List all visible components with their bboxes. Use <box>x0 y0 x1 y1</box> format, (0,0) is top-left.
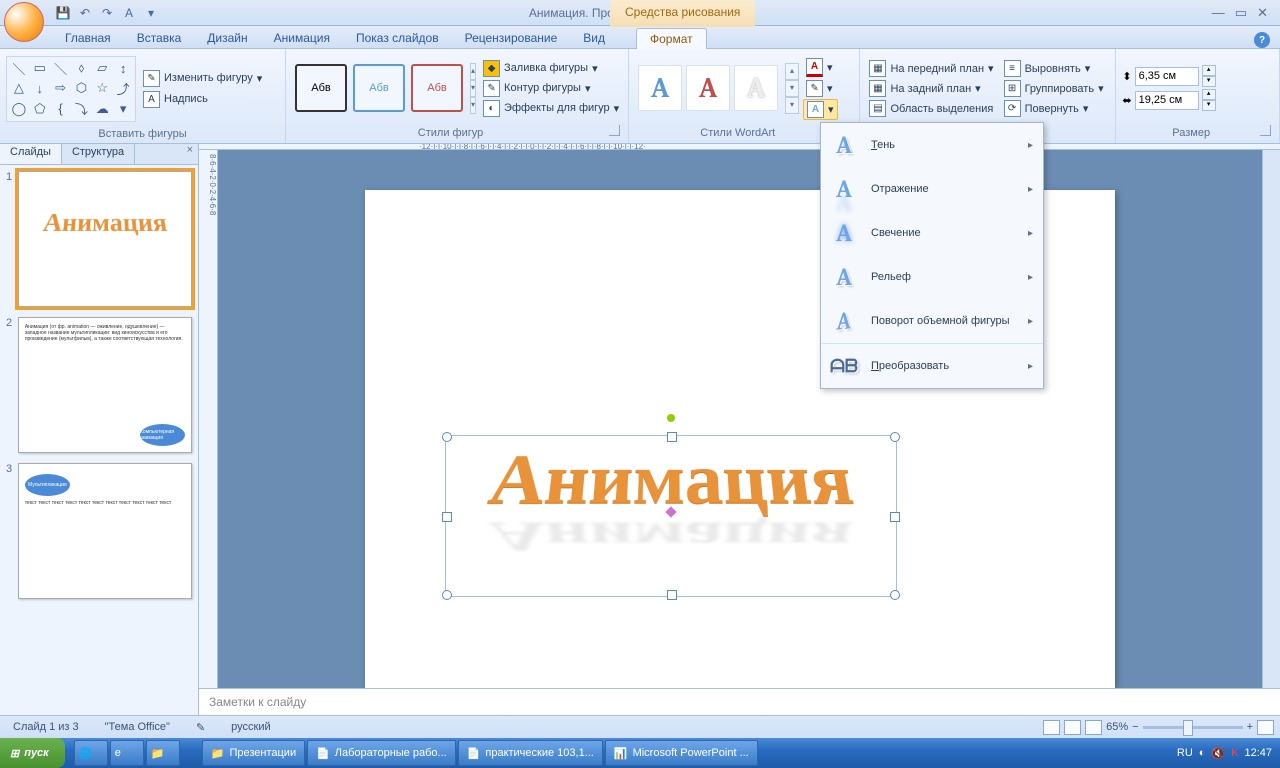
save-icon[interactable]: 💾 <box>54 4 72 22</box>
text-effects-menu: AТень▸ AОтражение▸ AСвечение▸ AРельеф▸ A… <box>820 122 1044 389</box>
slide-counter: Слайд 1 из 3 <box>6 719 86 735</box>
tab-view[interactable]: Вид <box>570 28 618 48</box>
zoom-out-icon[interactable]: − <box>1132 721 1138 733</box>
tab-insert[interactable]: Вставка <box>124 28 195 48</box>
menu-bevel[interactable]: AРельеф▸ <box>821 255 1043 299</box>
tab-design[interactable]: Дизайн <box>194 28 260 48</box>
tab-home[interactable]: Главная <box>52 28 124 48</box>
theme-status: "Тема Office" <box>98 719 177 735</box>
help-icon[interactable]: ? <box>1254 32 1270 48</box>
ribbon-tabs: Главная Вставка Дизайн Анимация Показ сл… <box>0 26 1280 49</box>
tray-time[interactable]: 12:47 <box>1244 747 1272 759</box>
notes-pane[interactable]: Заметки к слайду <box>199 688 1280 715</box>
sorter-view-icon[interactable] <box>1064 720 1081 735</box>
slides-tab[interactable]: Слайды <box>0 144 62 164</box>
maximize-icon[interactable]: ▭ <box>1235 5 1247 21</box>
shape-outline-button[interactable]: ✎Контур фигуры ▾ <box>480 79 622 98</box>
taskbar-item[interactable]: 📄 практические 103,1... <box>458 740 603 766</box>
status-bar: Слайд 1 из 3 "Тема Office" ✎ русский 65%… <box>0 715 1280 738</box>
send-back-button[interactable]: ▦На задний план ▾ <box>866 79 996 98</box>
shape-fill-button[interactable]: ◆Заливка фигуры ▾ <box>480 59 622 78</box>
title-bar: 💾 ↶ ↷ A ▾ Анимация. Проба - Microsoft Po… <box>0 0 1280 26</box>
zoom-value[interactable]: 65% <box>1106 721 1128 733</box>
wordart-gallery[interactable]: A A A <box>635 62 781 114</box>
taskbar: ⊞пуск 🌐 e 📁 📁 Презентации 📄 Лабораторные… <box>0 738 1280 768</box>
menu-glow[interactable]: AСвечение▸ <box>821 211 1043 255</box>
start-button[interactable]: ⊞пуск <box>0 738 65 768</box>
ribbon: ＼▭＼⬨▱↕ △↓⇨⬡☆⤴ ◯⬠{⤵☁▾ ✎Изменить фигуру ▾ … <box>0 49 1280 144</box>
ruler-vertical: 8·6·4·2·0·2·4·6·8 <box>199 150 218 688</box>
menu-shadow[interactable]: AТень▸ <box>821 123 1043 167</box>
menu-transform[interactable]: ᗩᗷПреобразовать▸ <box>821 343 1043 388</box>
shape-styles-gallery[interactable]: Абв Абв Абв <box>292 61 466 115</box>
tab-format[interactable]: Формат <box>636 28 707 49</box>
tray-icon[interactable]: ◐ <box>1199 747 1206 759</box>
selection-pane-button[interactable]: ▤Область выделения <box>866 99 996 118</box>
tb-ie[interactable]: e <box>110 740 144 766</box>
taskbar-item[interactable]: 📄 Лабораторные рабо... <box>307 740 456 766</box>
slide-thumb-1[interactable]: Анимация <box>18 171 192 307</box>
slide-thumb-2[interactable]: Анимация (от фр. animation — оживление, … <box>18 317 192 453</box>
tab-review[interactable]: Рецензирование <box>452 28 571 48</box>
slides-panel: Слайды Структура × 1Анимация 2Анимация (… <box>0 144 199 715</box>
text-outline-button[interactable]: ✎▾ <box>803 79 838 98</box>
menu-reflection[interactable]: AОтражение▸ <box>821 167 1043 211</box>
height-input[interactable]: ⬍▴▾ <box>1122 65 1215 87</box>
bring-front-button[interactable]: ▦На передний план ▾ <box>866 59 996 78</box>
width-input[interactable]: ⬌▴▾ <box>1122 89 1215 111</box>
tray-icon[interactable]: K <box>1231 747 1238 759</box>
panel-close-icon[interactable]: × <box>182 144 198 164</box>
textbox-button[interactable]: AНадпись <box>140 90 265 109</box>
rotate-handle[interactable] <box>667 414 675 422</box>
dialog-launcher-icon[interactable] <box>1260 125 1271 136</box>
zoom-slider[interactable] <box>1143 726 1243 729</box>
dialog-launcher-icon[interactable] <box>609 125 620 136</box>
undo-icon[interactable]: ↶ <box>76 4 94 22</box>
outline-tab[interactable]: Структура <box>62 144 135 164</box>
qat-item[interactable]: A <box>120 4 138 22</box>
shape-effects-button[interactable]: ◐Эффекты для фигур ▾ <box>480 99 622 118</box>
wordart-shape[interactable]: Анимация Анимация <box>445 435 897 597</box>
language-status[interactable]: русский <box>224 719 277 735</box>
taskbar-item[interactable]: 📊 Microsoft PowerPoint ... <box>605 740 758 766</box>
edit-shape-button[interactable]: ✎Изменить фигуру ▾ <box>140 69 265 88</box>
minimize-icon[interactable]: — <box>1212 5 1225 21</box>
quick-access-toolbar: 💾 ↶ ↷ A ▾ <box>54 4 160 22</box>
tb-explorer[interactable]: 📁 <box>146 740 180 766</box>
group-button[interactable]: ⊞Группировать ▾ <box>1001 79 1107 98</box>
tb-chrome[interactable]: 🌐 <box>74 740 108 766</box>
menu-3drotation[interactable]: AПоворот объемной фигуры▸ <box>821 299 1043 343</box>
text-fill-button[interactable]: A▾ <box>803 57 838 78</box>
contextual-tab-label: Средства рисования <box>610 0 755 27</box>
taskbar-item[interactable]: 📁 Презентации <box>202 740 305 766</box>
zoom-in-icon[interactable]: + <box>1247 721 1253 733</box>
spell-icon[interactable]: ✎ <box>189 719 212 736</box>
office-button[interactable] <box>4 2 44 42</box>
tab-slideshow[interactable]: Показ слайдов <box>343 28 452 48</box>
align-button[interactable]: ≡Выровнять ▾ <box>1001 59 1107 78</box>
close-icon[interactable]: ✕ <box>1257 5 1268 21</box>
rotate-button[interactable]: ⟳Повернуть ▾ <box>1001 99 1107 118</box>
tray-icon[interactable]: 🔇 <box>1211 747 1225 760</box>
scrollbar-vertical[interactable] <box>1262 150 1280 688</box>
tab-animation[interactable]: Анимация <box>261 28 343 48</box>
tray-lang[interactable]: RU <box>1177 747 1193 759</box>
normal-view-icon[interactable] <box>1043 720 1060 735</box>
group-label: Вставить фигуры <box>6 126 279 143</box>
slideshow-view-icon[interactable] <box>1085 720 1102 735</box>
redo-icon[interactable]: ↷ <box>98 4 116 22</box>
shapes-gallery[interactable]: ＼▭＼⬨▱↕ △↓⇨⬡☆⤴ ◯⬠{⤵☁▾ <box>6 56 136 122</box>
fit-icon[interactable] <box>1257 720 1274 735</box>
text-effects-button[interactable]: A▾ <box>803 99 838 120</box>
qat-drop-icon[interactable]: ▾ <box>142 4 160 22</box>
slide-thumb-3[interactable]: Мультипликациятекст текст текст текст те… <box>18 463 192 599</box>
